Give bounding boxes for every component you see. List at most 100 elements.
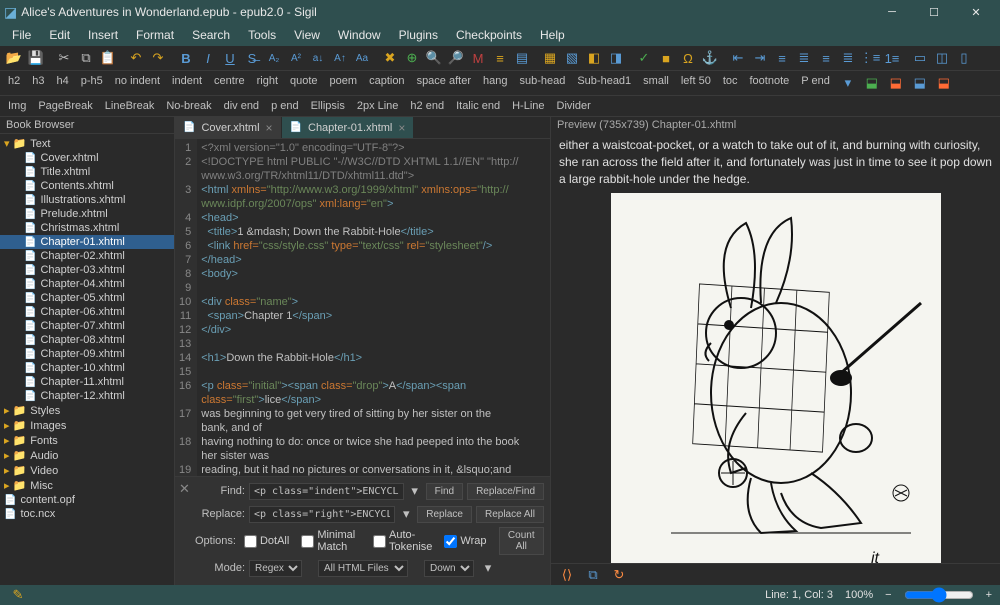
replace-find-button[interactable]: Replace/Find <box>467 483 544 500</box>
add-icon[interactable]: ⊕ <box>402 48 422 68</box>
zoom-out-icon[interactable]: 🔎 <box>446 48 466 68</box>
clip-p-h5[interactable]: p-h5 <box>77 73 107 93</box>
cut-icon[interactable]: ✂ <box>54 48 74 68</box>
clip-linebreak[interactable]: LineBreak <box>101 98 159 114</box>
align-right-icon[interactable]: ≡ <box>816 48 836 68</box>
tree-item-chapter-10-xhtml[interactable]: 📄Chapter-10.xhtml <box>0 361 174 375</box>
tool2-icon[interactable]: ▧ <box>562 48 582 68</box>
close-button[interactable]: ✕ <box>956 2 996 22</box>
clip-toc[interactable]: toc <box>719 73 742 93</box>
tab-cover-xhtml[interactable]: 📄Cover.xhtml× <box>175 117 282 138</box>
option-dotall[interactable]: DotAll <box>240 535 293 548</box>
clip-centre[interactable]: centre <box>210 73 249 93</box>
menu-format[interactable]: Format <box>128 26 182 44</box>
clip-sub-head[interactable]: sub-head <box>515 73 569 93</box>
tab-close-icon[interactable]: × <box>398 121 405 135</box>
clip-space-after[interactable]: space after <box>413 73 475 93</box>
menu-view[interactable]: View <box>286 26 328 44</box>
tree-item-prelude-xhtml[interactable]: 📄Prelude.xhtml <box>0 207 174 221</box>
tree-item-chapter-02-xhtml[interactable]: 📄Chapter-02.xhtml <box>0 249 174 263</box>
tree-item-toc-ncx[interactable]: 📄toc.ncx <box>0 507 174 521</box>
tree-item-chapter-11-xhtml[interactable]: 📄Chapter-11.xhtml <box>0 375 174 389</box>
clip-italic-end[interactable]: Italic end <box>452 98 504 114</box>
tree-item-chapter-01-xhtml[interactable]: 📄Chapter-01.xhtml <box>0 235 174 249</box>
tool4-icon[interactable]: ◨ <box>606 48 626 68</box>
underline-icon[interactable]: U <box>220 48 240 68</box>
undo-icon[interactable]: ↶ <box>126 48 146 68</box>
reload-preview-icon[interactable]: ↻ <box>609 565 629 585</box>
close-find-icon[interactable]: ✕ <box>179 481 190 497</box>
count-all-button[interactable]: Count All <box>499 527 544 555</box>
tree-item-video[interactable]: ▸ 📁Video <box>0 463 174 478</box>
option-auto-tokenise[interactable]: Auto-Tokenise <box>369 529 436 553</box>
replace-all-button[interactable]: Replace All <box>476 506 544 523</box>
tree-item-christmas-xhtml[interactable]: 📄Christmas.xhtml <box>0 221 174 235</box>
anchor-icon[interactable]: ⚓ <box>700 48 720 68</box>
clip-caption[interactable]: caption <box>365 73 408 93</box>
menu-checkpoints[interactable]: Checkpoints <box>448 26 530 44</box>
tree-item-title-xhtml[interactable]: 📄Title.xhtml <box>0 165 174 179</box>
find-input[interactable] <box>249 483 404 500</box>
generate-toc-icon[interactable]: ▤ <box>512 48 532 68</box>
list-ol-icon[interactable]: 1≡ <box>882 48 902 68</box>
tree-item-illustrations-xhtml[interactable]: 📄Illustrations.xhtml <box>0 193 174 207</box>
replace-input[interactable] <box>249 506 395 523</box>
align-center-icon[interactable]: ≣ <box>794 48 814 68</box>
menu-search[interactable]: Search <box>184 26 238 44</box>
plugin3-icon[interactable]: ⬓ <box>910 73 930 93</box>
maximize-button[interactable]: ☐ <box>914 2 954 22</box>
clip-p-end[interactable]: p end <box>267 98 303 114</box>
superscript-icon[interactable]: A² <box>286 48 306 68</box>
plugin1-icon[interactable]: ⬓ <box>862 73 882 93</box>
clip-p-end[interactable]: P end <box>797 73 834 93</box>
clip-footnote[interactable]: footnote <box>746 73 794 93</box>
code-area[interactable]: <?xml version="1.0" encoding="UTF-8"?><!… <box>197 139 550 476</box>
tab-chapter-01-xhtml[interactable]: 📄Chapter-01.xhtml× <box>282 117 415 138</box>
paste-icon[interactable]: 📋 <box>98 48 118 68</box>
clip-divider[interactable]: Divider <box>553 98 595 114</box>
open-icon[interactable]: 📂 <box>4 48 24 68</box>
strikethrough-icon[interactable]: S̶ <box>242 48 262 68</box>
plugin4-icon[interactable]: ⬓ <box>934 73 954 93</box>
metadata-icon[interactable]: M <box>468 48 488 68</box>
tool1-icon[interactable]: ▦ <box>540 48 560 68</box>
case-icon[interactable]: Aa <box>352 48 372 68</box>
save-icon[interactable]: 💾 <box>26 48 46 68</box>
clip-right[interactable]: right <box>253 73 282 93</box>
split-view-icon[interactable]: ◫ <box>932 48 952 68</box>
scope-select[interactable]: All HTML Files <box>318 560 408 577</box>
subscript-icon[interactable]: A₂ <box>264 48 284 68</box>
indent-less-icon[interactable]: ⇤ <box>728 48 748 68</box>
menu-help[interactable]: Help <box>532 26 573 44</box>
mode-select[interactable]: Regex <box>249 560 302 577</box>
clip-quote[interactable]: quote <box>286 73 322 93</box>
code-editor[interactable]: 1234567891011121314151617181920212223242… <box>175 139 550 476</box>
zoom-in-icon[interactable]: 🔍 <box>424 48 444 68</box>
inspect-icon[interactable]: ⟨⟩ <box>557 565 577 585</box>
copy-icon[interactable]: ⧉ <box>76 48 96 68</box>
option-minimal-match[interactable]: Minimal Match <box>297 529 365 553</box>
menu-edit[interactable]: Edit <box>41 26 78 44</box>
tab-close-icon[interactable]: × <box>266 121 273 135</box>
zoom-in-status-icon[interactable]: + <box>986 589 992 601</box>
tree-item-chapter-03-xhtml[interactable]: 📄Chapter-03.xhtml <box>0 263 174 277</box>
code-view-icon[interactable]: ▯ <box>954 48 974 68</box>
tree-item-chapter-05-xhtml[interactable]: 📄Chapter-05.xhtml <box>0 291 174 305</box>
special-char-icon[interactable]: Ω <box>678 48 698 68</box>
tree-item-images[interactable]: ▸ 📁Images <box>0 418 174 433</box>
clip-small[interactable]: small <box>639 73 673 93</box>
tree-item-contents-xhtml[interactable]: 📄Contents.xhtml <box>0 179 174 193</box>
menu-plugins[interactable]: Plugins <box>391 26 446 44</box>
clip-div-end[interactable]: div end <box>220 98 263 114</box>
clip-left-50[interactable]: left 50 <box>677 73 715 93</box>
indent-more-icon[interactable]: ⇥ <box>750 48 770 68</box>
clip-ellipsis[interactable]: Ellipsis <box>307 98 349 114</box>
tree-item-chapter-08-xhtml[interactable]: 📄Chapter-08.xhtml <box>0 333 174 347</box>
tree-item-fonts[interactable]: ▸ 📁Fonts <box>0 433 174 448</box>
clip-h4[interactable]: h4 <box>53 73 73 93</box>
book-view-icon[interactable]: ▭ <box>910 48 930 68</box>
list-ul-icon[interactable]: ⋮≡ <box>860 48 880 68</box>
clip-pagebreak[interactable]: PageBreak <box>34 98 96 114</box>
spellcheck-icon[interactable]: ■ <box>656 48 676 68</box>
find-button[interactable]: Find <box>426 483 463 500</box>
